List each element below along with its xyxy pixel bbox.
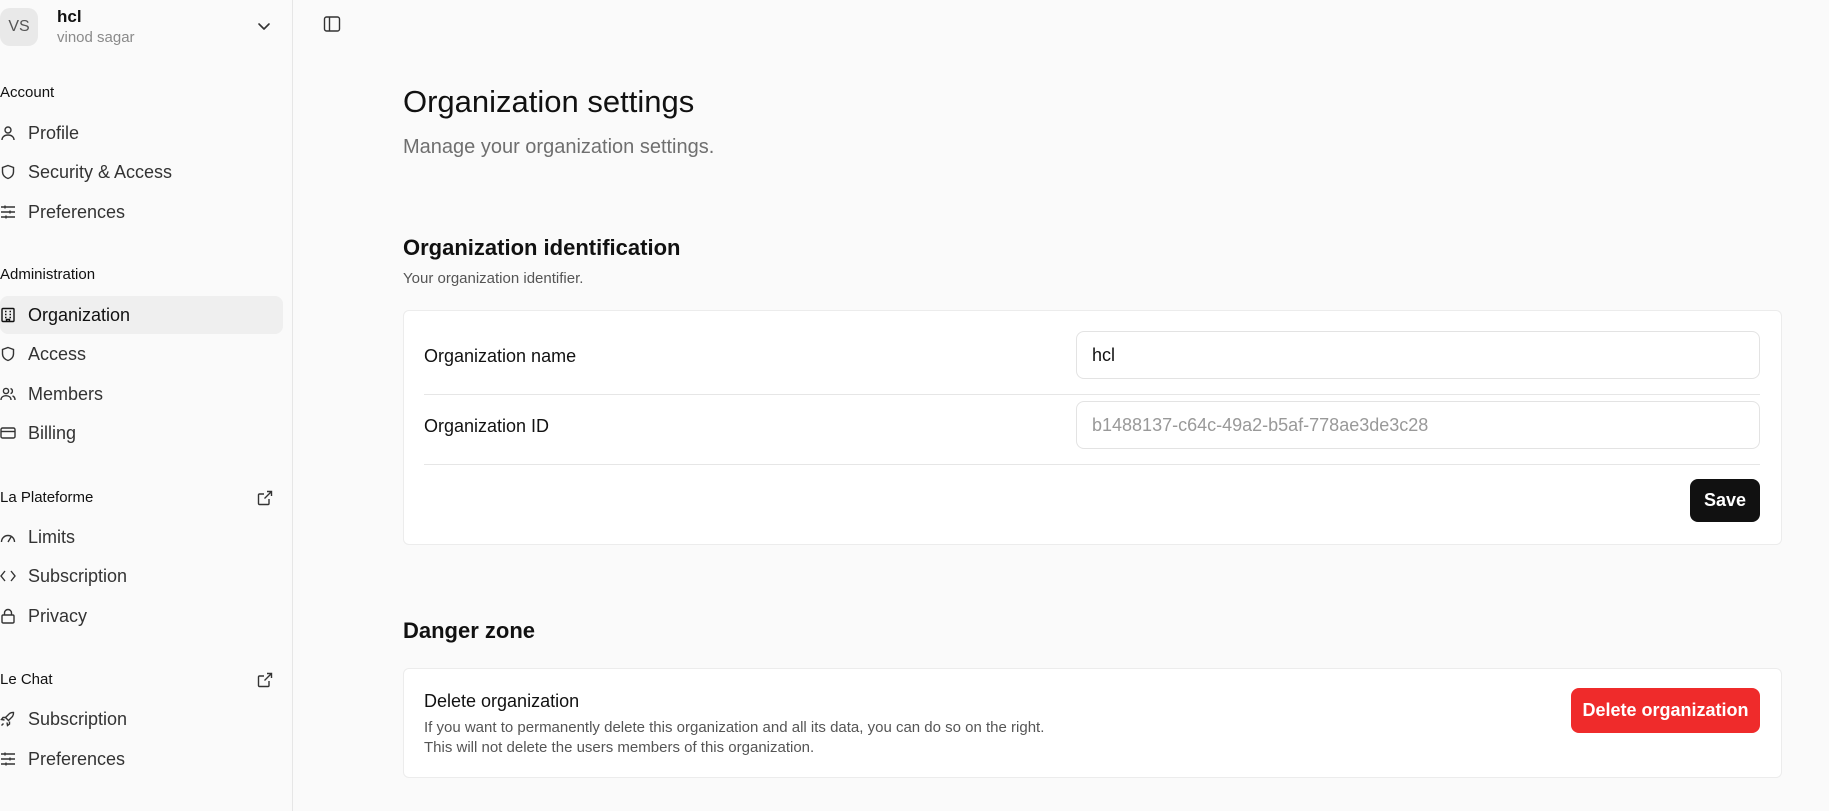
sidebar-item-access[interactable]: Access [0,335,283,373]
org-switcher[interactable]: VS hcl vinod sagar [0,4,283,46]
chevron-down-icon [256,18,272,34]
credit-card-icon [0,425,16,441]
sidebar-item-label: Limits [28,527,76,547]
org-id-field[interactable] [1076,401,1760,449]
code-icon [0,568,16,584]
divider [424,464,1760,465]
identification-section-title: Organization identification [403,235,681,260]
page-title: Organization settings [403,84,695,119]
sidebar-item-label: Subscription [28,566,128,586]
org-name-input[interactable] [1076,331,1760,379]
building-icon [0,307,16,323]
sidebar-item-label: Privacy [28,606,88,626]
org-name-label: Organization name [424,346,577,366]
sidebar-item-label: Billing [28,423,77,443]
delete-organization-description: If you want to permanently delete this o… [424,719,1045,736]
section-label-administration: Administration [0,266,96,283]
sidebar-toggle-icon[interactable] [323,15,341,33]
sidebar-item-label: Members [28,384,104,404]
sidebar-item-label: Preferences [28,202,126,222]
external-link-icon[interactable] [257,490,273,506]
sidebar-item-chat-subscription[interactable]: Subscription [0,700,283,738]
sidebar-item-label: Organization [28,305,131,325]
lock-icon [0,608,16,624]
danger-zone-title: Danger zone [403,618,536,643]
sidebar-item-privacy[interactable]: Privacy [0,597,283,635]
shield-icon [0,346,16,362]
identification-card: Organization name Organization ID Save [403,310,1782,545]
users-icon [0,386,16,402]
external-link-icon[interactable] [257,672,273,688]
save-button[interactable]: Save [1690,479,1760,522]
sidebar-item-profile[interactable]: Profile [0,114,283,152]
sidebar-item-label: Preferences [28,749,126,769]
sidebar-item-chat-preferences[interactable]: Preferences [0,740,283,778]
rocket-icon [0,711,16,727]
delete-organization-title: Delete organization [424,691,580,711]
shield-icon [0,164,16,180]
sidebar: VS hcl vinod sagar Account Profile Secur… [0,0,293,811]
section-label-le-chat: Le Chat [0,671,53,688]
sidebar-item-organization[interactable]: Organization [0,296,283,334]
page-subtitle: Manage your organization settings. [403,136,715,158]
sidebar-item-security-access[interactable]: Security & Access [0,153,283,191]
sidebar-item-label: Subscription [28,709,128,729]
divider [424,394,1760,395]
sidebar-item-label: Access [28,344,87,364]
sidebar-item-plateforme-subscription[interactable]: Subscription [0,557,283,595]
danger-zone-card: Delete organization If you want to perma… [403,668,1782,778]
sliders-icon [0,751,16,767]
sidebar-item-label: Profile [28,123,80,143]
org-user-name: vinod sagar [57,29,135,46]
sidebar-item-label: Security & Access [28,162,173,182]
org-name: hcl [57,7,82,26]
delete-organization-button[interactable]: Delete organization [1571,688,1760,733]
gauge-icon [0,529,16,545]
sidebar-item-billing[interactable]: Billing [0,414,283,452]
sliders-icon [0,204,16,220]
delete-organization-note: This will not delete the users members o… [424,739,815,756]
sidebar-item-limits[interactable]: Limits [0,518,283,556]
avatar: VS [0,8,38,46]
section-label-la-plateforme: La Plateforme [0,489,94,506]
org-id-label: Organization ID [424,416,550,436]
section-label-account: Account [0,84,55,101]
sidebar-item-members[interactable]: Members [0,375,283,413]
user-icon [0,125,16,141]
sidebar-item-preferences[interactable]: Preferences [0,193,283,231]
identification-section-description: Your organization identifier. [403,270,584,287]
